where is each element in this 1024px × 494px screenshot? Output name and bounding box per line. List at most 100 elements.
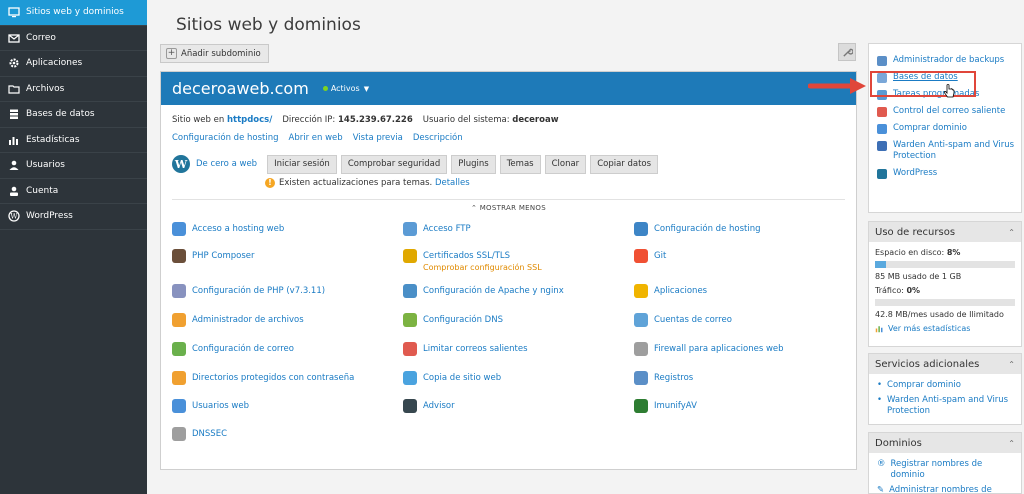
themes-button[interactable]: Temas	[499, 154, 541, 174]
tool-label[interactable]: Firewall para aplicaciones web	[654, 344, 784, 355]
tool-sublink[interactable]: Comprobar configuración SSL	[423, 262, 542, 273]
tool-item[interactable]: DNSSEC	[172, 427, 227, 441]
tool-item[interactable]: Git	[634, 249, 666, 263]
tool-text: Acceso FTP	[423, 222, 471, 235]
tool-label[interactable]: Cuentas de correo	[654, 315, 732, 326]
tool-item[interactable]: Configuración DNS	[403, 313, 503, 327]
sidebar-item-mail[interactable]: Correo	[0, 26, 147, 51]
tool-label[interactable]: Acceso FTP	[423, 224, 471, 235]
sidebar-item-statistics[interactable]: Estadísticas	[0, 128, 147, 153]
tool-item[interactable]: Firewall para aplicaciones web	[634, 342, 784, 356]
tool-label[interactable]: Git	[654, 251, 666, 262]
tool-text: Usuarios web	[192, 399, 249, 412]
tool-text: Acceso a hosting web	[192, 222, 284, 235]
tool-label[interactable]: Directorios protegidos con contraseña	[192, 373, 354, 384]
tool-item[interactable]: Advisor	[403, 399, 455, 413]
tool-item[interactable]: Administrador de archivos	[172, 313, 304, 327]
wordpress-link[interactable]: WordPress	[869, 165, 1021, 182]
tool-label[interactable]: Configuración de Apache y nginx	[423, 286, 564, 297]
tool-item[interactable]: Usuarios web	[172, 399, 249, 413]
tool-icon	[403, 342, 417, 356]
open-in-web-link[interactable]: Abrir en web	[289, 133, 343, 143]
backup-manager-link[interactable]: Administrador de backups	[869, 52, 1021, 69]
warden-link[interactable]: Warden Anti-spam and Virus Protection	[869, 137, 1021, 165]
site-path-info: Sitio web en httpdocs/	[172, 115, 273, 125]
buy-domain-link[interactable]: • Comprar dominio	[869, 378, 1021, 393]
show-less-toggle[interactable]: ⌃ MOSTRAR MENOS	[172, 199, 845, 212]
tool-label[interactable]: Acceso a hosting web	[192, 224, 284, 235]
sidebar-item-wordpress[interactable]: W WordPress	[0, 204, 147, 230]
preview-link[interactable]: Vista previa	[353, 133, 403, 143]
sidebar-item-websites[interactable]: Sitios web y dominios	[0, 0, 147, 26]
tool-item[interactable]: Cuentas de correo	[634, 313, 732, 327]
details-link[interactable]: Detalles	[435, 178, 470, 188]
tool-icon	[172, 427, 186, 441]
tool-label[interactable]: ImunifyAV	[654, 401, 697, 412]
outgoing-mail-control-link[interactable]: Control del correo saliente	[869, 103, 1021, 120]
plugins-button[interactable]: Plugins	[451, 154, 496, 174]
tool-label[interactable]: PHP Composer	[192, 251, 255, 262]
add-subdomain-button[interactable]: + Añadir subdominio	[160, 44, 269, 63]
tool-icon	[172, 284, 186, 298]
tool-label[interactable]: Copia de sitio web	[423, 373, 501, 384]
tool-label[interactable]: Certificados SSL/TLS	[423, 251, 542, 262]
domain-name[interactable]: deceroaweb.com	[172, 79, 309, 98]
tool-item[interactable]: Certificados SSL/TLS Comprobar configurac…	[403, 249, 542, 273]
tool-item[interactable]: Configuración de PHP (v7.3.11)	[172, 284, 325, 298]
tool-item[interactable]: Acceso FTP	[403, 222, 471, 236]
tool-item[interactable]: ImunifyAV	[634, 399, 697, 413]
additional-services-header[interactable]: Servicios adicionales ⌃	[869, 354, 1021, 374]
tool-label[interactable]: Aplicaciones	[654, 286, 707, 297]
tool-item[interactable]: Configuración de hosting	[634, 222, 761, 236]
status-dropdown[interactable]: Activos ▼	[322, 84, 369, 93]
copy-data-button[interactable]: Copiar datos	[590, 154, 659, 174]
tool-icon	[172, 222, 186, 236]
sidebar-item-account[interactable]: Cuenta	[0, 179, 147, 204]
login-button[interactable]: Iniciar sesión	[267, 154, 337, 174]
site-path-link[interactable]: httpdocs/	[227, 115, 272, 125]
tool-text: Configuración de correo	[192, 342, 294, 355]
check-security-button[interactable]: Comprobar seguridad	[340, 154, 448, 174]
update-notice: ! Existen actualizaciones para temas. De…	[265, 178, 470, 188]
sidebar-item-label: WordPress	[26, 211, 73, 222]
tool-icon	[172, 371, 186, 385]
tool-label[interactable]: Configuración de PHP (v7.3.11)	[192, 286, 325, 297]
ip-info: Dirección IP: 145.239.67.226	[282, 115, 413, 125]
chevron-up-icon: ⌃	[1008, 438, 1015, 448]
tool-label[interactable]: Configuración DNS	[423, 315, 503, 326]
sidebar-item-users[interactable]: Usuarios	[0, 153, 147, 179]
tool-item[interactable]: Limitar correos salientes	[403, 342, 528, 356]
domains-header[interactable]: Dominios ⌃	[869, 433, 1021, 453]
tool-label[interactable]: Usuarios web	[192, 401, 249, 412]
hosting-settings-link[interactable]: Configuración de hosting	[172, 133, 279, 143]
tool-label[interactable]: Limitar correos salientes	[423, 344, 528, 355]
tool-label[interactable]: DNSSEC	[192, 429, 227, 440]
tool-item[interactable]: Copia de sitio web	[403, 371, 501, 385]
register-domains-link[interactable]: ® Registrar nombres de dominio	[869, 457, 1021, 483]
clone-button[interactable]: Clonar	[544, 154, 587, 174]
warden-link[interactable]: • Warden Anti-spam and Virus Protection	[869, 393, 1021, 419]
tool-label[interactable]: Advisor	[423, 401, 455, 412]
tool-item[interactable]: Aplicaciones	[634, 284, 707, 298]
sidebar-item-files[interactable]: Archivos	[0, 77, 147, 102]
resources-header[interactable]: Uso de recursos ⌃	[869, 222, 1021, 242]
more-stats-link[interactable]: Ver más estadísticas	[869, 323, 1021, 334]
tool-item[interactable]: Configuración de Apache y nginx	[403, 284, 564, 298]
tool-item[interactable]: Configuración de correo	[172, 342, 294, 356]
buy-domain-link[interactable]: Comprar dominio	[869, 120, 1021, 137]
tool-label[interactable]: Administrador de archivos	[192, 315, 304, 326]
tool-label[interactable]: Registros	[654, 373, 693, 384]
manage-domains-link[interactable]: ✎Administrar nombres de dominio	[869, 483, 1021, 494]
tool-label[interactable]: Configuración de correo	[192, 344, 294, 355]
wordpress-site-link[interactable]: De cero a web	[196, 159, 257, 169]
sidebar-item-applications[interactable]: Aplicaciones	[0, 51, 147, 77]
tool-item[interactable]: PHP Composer	[172, 249, 255, 263]
description-link[interactable]: Descripción	[413, 133, 463, 143]
tool-item[interactable]: Registros	[634, 371, 693, 385]
traffic-text: Tráfico: 0%	[875, 286, 921, 295]
tool-item[interactable]: Acceso a hosting web	[172, 222, 284, 236]
tool-item[interactable]: Directorios protegidos con contraseña	[172, 371, 354, 385]
sidebar-item-databases[interactable]: Bases de datos	[0, 102, 147, 128]
wrench-icon[interactable]	[838, 43, 856, 61]
tool-label[interactable]: Configuración de hosting	[654, 224, 761, 235]
